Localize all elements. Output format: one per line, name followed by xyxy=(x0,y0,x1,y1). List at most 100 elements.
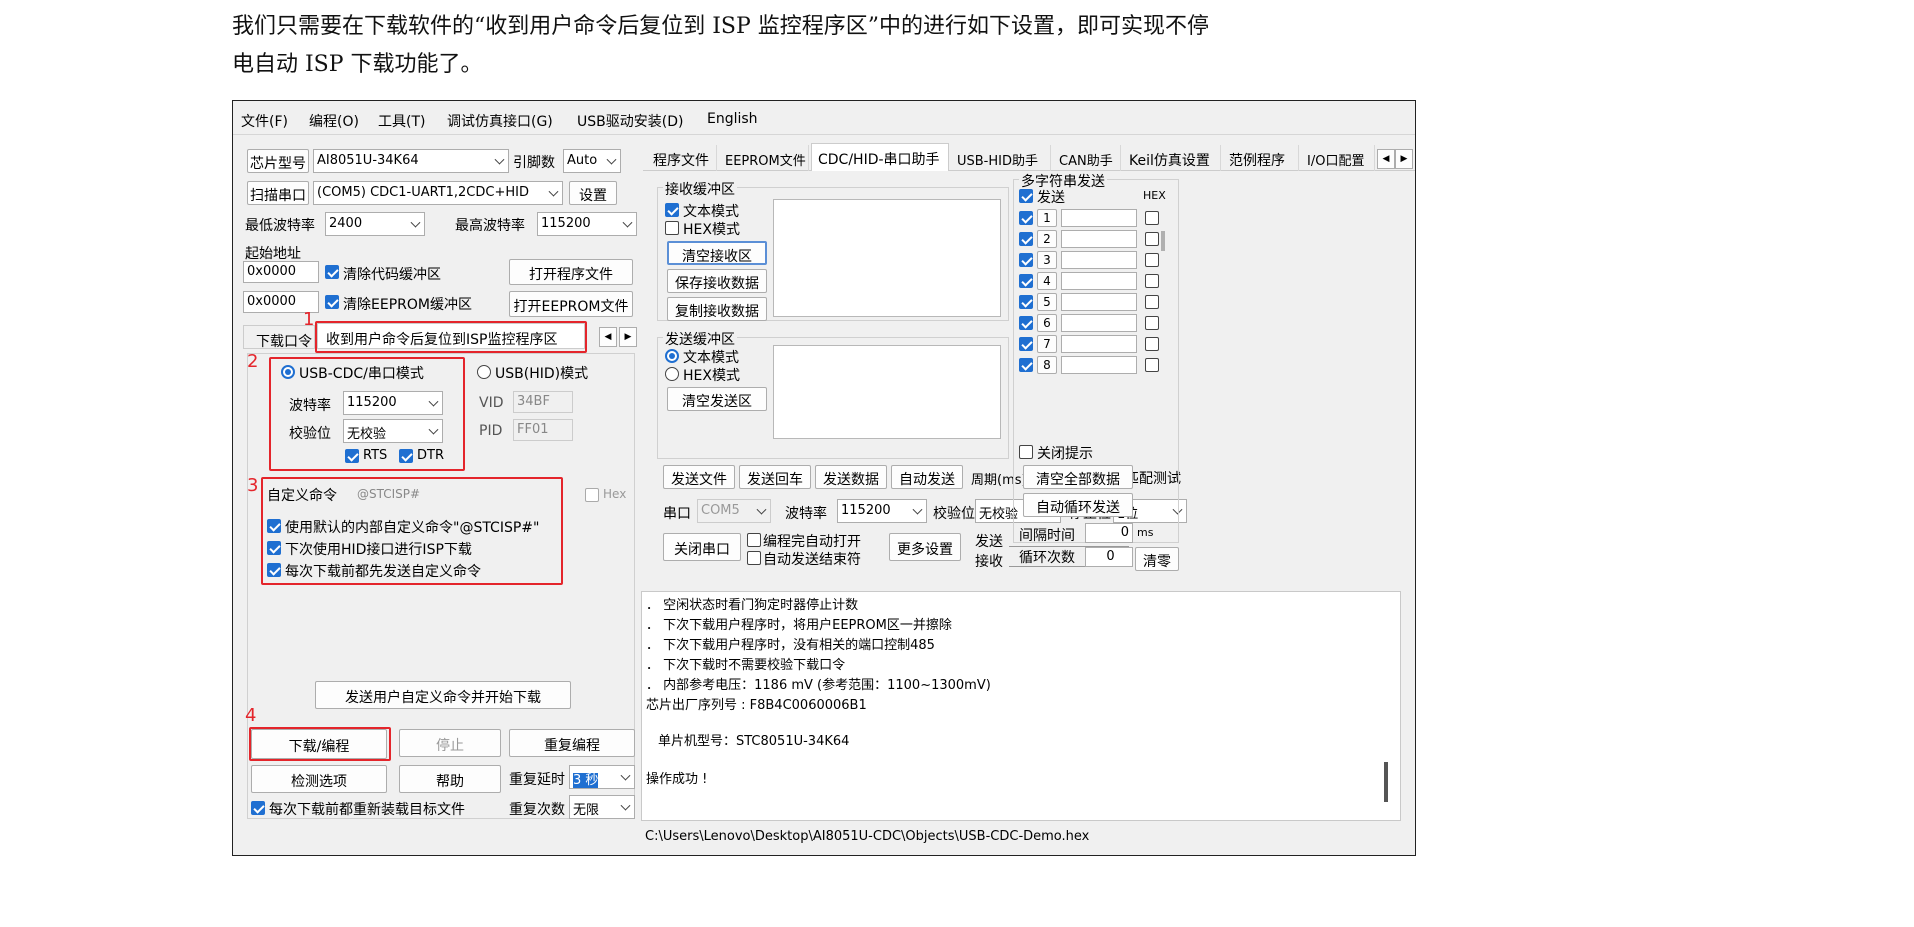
multi-row-send-checkbox[interactable] xyxy=(1019,211,1033,225)
multi-row-hex-checkbox[interactable] xyxy=(1145,211,1159,225)
close-port-button[interactable]: 关闭串口 xyxy=(663,533,741,561)
multi-row-input[interactable] xyxy=(1061,209,1137,227)
multi-row-send-checkbox[interactable] xyxy=(1019,232,1033,246)
multi-row-input[interactable] xyxy=(1061,272,1137,290)
loop-count-input[interactable]: 0 xyxy=(1085,547,1133,567)
send-file-button[interactable]: 发送文件 xyxy=(663,465,735,489)
multi-row-send-checkbox[interactable] xyxy=(1019,316,1033,330)
port-select[interactable]: (COM5) CDC1-UART1,2CDC+HID xyxy=(313,181,563,205)
multi-row-input[interactable] xyxy=(1061,251,1137,269)
tab-scroll-left-icon[interactable]: ◀ xyxy=(599,327,617,347)
stop-button[interactable]: 停止 xyxy=(399,729,501,757)
right-tab-scroll-left-icon[interactable]: ◀ xyxy=(1377,149,1395,169)
tab-eeprom-file[interactable]: EEPROM文件 xyxy=(719,145,809,171)
auto-open-checkbox[interactable] xyxy=(747,533,761,547)
multi-row-hex-checkbox[interactable] xyxy=(1145,358,1159,372)
multi-row-hex-checkbox[interactable] xyxy=(1145,337,1159,351)
send-text-area[interactable] xyxy=(773,345,1001,439)
multi-row-send-checkbox[interactable] xyxy=(1019,337,1033,351)
chip-model-select[interactable]: AI8051U-34K64 xyxy=(313,149,509,173)
port-settings-button[interactable]: 设置 xyxy=(569,181,617,205)
repeat-count-select[interactable]: 无限 xyxy=(569,795,635,819)
tab-can[interactable]: CAN助手 xyxy=(1053,145,1121,171)
send-data-button[interactable]: 发送数据 xyxy=(815,465,887,489)
close-tip-checkbox[interactable] xyxy=(1019,445,1033,459)
multi-row-send-button[interactable]: 1 xyxy=(1037,209,1057,227)
usb-hid-mode-radio[interactable] xyxy=(477,365,491,379)
scan-port-button[interactable]: 扫描串口 xyxy=(247,181,309,205)
multi-row-hex-checkbox[interactable] xyxy=(1145,232,1159,246)
menu-usb-driver[interactable]: USB驱动安装(D) xyxy=(577,111,683,131)
clear-count-button[interactable]: 清零 xyxy=(1135,547,1179,571)
multi-row-send-checkbox[interactable] xyxy=(1019,295,1033,309)
multi-row-send-button[interactable]: 5 xyxy=(1037,293,1057,311)
reload-file-checkbox[interactable] xyxy=(251,801,265,815)
send-text-mode-radio[interactable] xyxy=(665,349,679,363)
tab-scroll-right-icon[interactable]: ▶ xyxy=(619,327,637,347)
right-tab-scroll-right-icon[interactable]: ▶ xyxy=(1395,149,1413,169)
clear-receive-button[interactable]: 清空接收区 xyxy=(667,241,767,265)
min-baud-select[interactable]: 2400 xyxy=(325,212,425,236)
multi-row-hex-checkbox[interactable] xyxy=(1145,253,1159,267)
start-address-input-1[interactable]: 0x0000 xyxy=(243,261,319,283)
serial-baud-select[interactable]: 115200 xyxy=(837,499,927,523)
repeat-delay-select[interactable]: 3 秒 xyxy=(569,765,635,789)
tab-examples[interactable]: 范例程序 xyxy=(1223,145,1299,171)
multi-row-input[interactable] xyxy=(1061,335,1137,353)
open-program-file-button[interactable]: 打开程序文件 xyxy=(509,259,633,285)
clear-code-checkbox[interactable] xyxy=(325,265,339,279)
multi-row-input[interactable] xyxy=(1061,314,1137,332)
recv-text-mode-checkbox[interactable] xyxy=(665,203,679,217)
max-baud-select[interactable]: 115200 xyxy=(537,212,637,236)
help-button[interactable]: 帮助 xyxy=(399,765,501,793)
multi-row-send-checkbox[interactable] xyxy=(1019,253,1033,267)
send-hex-mode-radio[interactable] xyxy=(665,367,679,381)
tab-keil-settings[interactable]: Keil仿真设置 xyxy=(1123,145,1221,171)
multi-row-hex-checkbox[interactable] xyxy=(1145,295,1159,309)
multi-row-input[interactable] xyxy=(1061,293,1137,311)
auto-loop-send-button[interactable]: 自动循环发送 xyxy=(1023,493,1133,517)
menu-english[interactable]: English xyxy=(707,111,758,127)
multi-row-send-checkbox[interactable] xyxy=(1019,274,1033,288)
auto-send-end-checkbox[interactable] xyxy=(747,551,761,565)
interval-input[interactable]: 0 xyxy=(1085,523,1133,543)
multi-send-checkbox[interactable] xyxy=(1019,189,1033,203)
send-enter-button[interactable]: 发送回车 xyxy=(739,465,811,489)
repeat-program-button[interactable]: 重复编程 xyxy=(509,729,635,757)
clear-all-button[interactable]: 清空全部数据 xyxy=(1023,465,1133,489)
multi-row-send-button[interactable]: 2 xyxy=(1037,230,1057,248)
serial-port-select[interactable]: COM5 xyxy=(697,499,771,523)
receive-text-area[interactable] xyxy=(773,199,1001,317)
more-settings-button[interactable]: 更多设置 xyxy=(889,533,961,561)
clear-eeprom-checkbox[interactable] xyxy=(325,295,339,309)
tab-cdc-hid-serial[interactable]: CDC/HID-串口助手 xyxy=(811,143,949,171)
pins-select[interactable]: Auto xyxy=(563,149,621,173)
hex-checkbox[interactable] xyxy=(585,488,599,502)
log-scrollbar[interactable] xyxy=(1384,762,1388,802)
multi-row-send-button[interactable]: 3 xyxy=(1037,251,1057,269)
vid-input[interactable]: 34BF xyxy=(513,391,573,413)
send-custom-and-download-button[interactable]: 发送用户自定义命令并开始下载 xyxy=(315,681,571,709)
multi-row-send-button[interactable]: 4 xyxy=(1037,272,1057,290)
multi-row-send-button[interactable]: 8 xyxy=(1037,356,1057,374)
menu-debug-interface[interactable]: 调试仿真接口(G) xyxy=(447,111,553,131)
pid-input[interactable]: FF01 xyxy=(513,419,573,441)
open-eeprom-file-button[interactable]: 打开EEPROM文件 xyxy=(509,291,633,317)
multi-row-input[interactable] xyxy=(1061,356,1137,374)
menu-tools[interactable]: 工具(T) xyxy=(378,111,425,131)
menu-file[interactable]: 文件(F) xyxy=(241,111,288,131)
multi-row-input[interactable] xyxy=(1061,230,1137,248)
copy-receive-button[interactable]: 复制接收数据 xyxy=(667,297,767,321)
multi-row-hex-checkbox[interactable] xyxy=(1145,316,1159,330)
menu-program[interactable]: 编程(O) xyxy=(309,111,359,131)
tab-io-config[interactable]: I/O口配置 xyxy=(1301,145,1375,171)
multi-row-send-button[interactable]: 7 xyxy=(1037,335,1057,353)
chip-model-button[interactable]: 芯片型号 xyxy=(247,149,309,173)
multi-scrollbar[interactable] xyxy=(1161,231,1165,251)
auto-send-button[interactable]: 自动发送 xyxy=(891,465,963,489)
tab-usb-hid[interactable]: USB-HID助手 xyxy=(951,145,1051,171)
tab-program-file[interactable]: 程序文件 xyxy=(647,145,717,171)
check-options-button[interactable]: 检测选项 xyxy=(251,765,387,793)
recv-hex-mode-checkbox[interactable] xyxy=(665,221,679,235)
multi-row-send-button[interactable]: 6 xyxy=(1037,314,1057,332)
